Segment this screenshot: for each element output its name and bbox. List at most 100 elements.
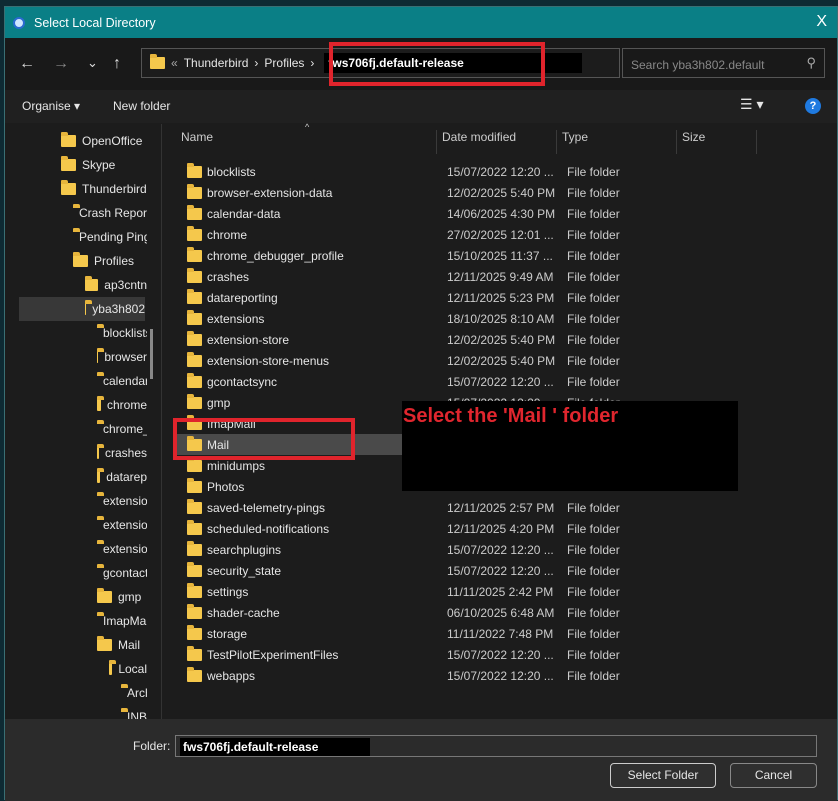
tree-item[interactable]: chrome [97,393,147,417]
tree-item-label: extensions [103,494,147,508]
file-date: 15/07/2022 12:20 ... [447,647,554,662]
recent-chevron-icon[interactable]: ⌄ [87,55,98,71]
file-type: File folder [567,290,620,305]
file-row[interactable]: storage 11/11/2022 7:48 PM File folder [177,623,657,644]
tree-item[interactable]: yba3h802 [19,297,145,321]
forward-arrow-icon[interactable]: → [53,55,69,73]
tree-item[interactable]: Profiles [73,249,147,273]
folder-icon [73,252,88,267]
cancel-button[interactable]: Cancel [730,763,817,788]
tree-item-label: Skype [82,158,116,172]
breadcrumb-thunderbird[interactable]: Thunderbird [184,56,249,70]
file-row[interactable]: webapps 15/07/2022 12:20 ... File folder [177,665,657,686]
file-date: 15/07/2022 12:20 ... [447,164,554,179]
file-name: extension-store-menus [207,353,330,368]
file-row[interactable]: security_state 15/07/2022 12:20 ... File f… [177,560,657,581]
file-type: File folder [567,248,620,263]
breadcrumb-profiles[interactable]: Profiles [264,56,304,70]
tree-item-label: chrome [106,398,147,412]
file-type: File folder [567,185,620,200]
help-icon[interactable]: ? [805,98,821,114]
file-row[interactable]: crashes 12/11/2025 9:49 AM File folder [177,266,657,287]
navigation-tree: OpenOffice Skype Thunderbird Crash Reports P… [5,124,162,719]
tree-item[interactable]: extensions [97,513,147,537]
tree-item[interactable]: Thunderbird [61,177,147,201]
file-date: 12/02/2025 5:40 PM [447,332,556,347]
overflow-breadcrumb[interactable]: « [171,56,178,70]
folder-icon [187,183,202,199]
tree-item[interactable]: chrome_ [97,417,147,441]
column-type[interactable]: Type [562,130,588,144]
file-row[interactable]: calendar-data 14/06/2025 4:30 PM File fold… [177,203,657,224]
folder-icon [85,276,99,291]
column-name[interactable]: Name [181,130,213,144]
folder-icon [187,666,202,682]
file-row[interactable]: browser-extension-data 12/02/2025 5:40 PM… [177,182,657,203]
tree-item[interactable]: OpenOffice [61,129,147,153]
tree-item[interactable]: INBOX [121,705,147,719]
file-date: 15/07/2022 12:20 ... [447,374,554,389]
column-date-modified[interactable]: Date modified [442,130,516,144]
file-row[interactable]: TestPilotExperimentFiles 15/07/2022 12:20… [177,644,657,665]
file-row[interactable]: settings 11/11/2025 2:42 PM File folder [177,581,657,602]
up-arrow-icon[interactable]: ↑ [113,55,121,73]
tree-item[interactable]: ap3cntn [85,273,147,297]
file-row[interactable]: extension-store 12/02/2025 5:40 PM File fo… [177,329,657,350]
file-row[interactable]: extensions 18/10/2025 8:10 AM File folder [177,308,657,329]
file-row[interactable]: blocklists 15/07/2022 12:20 ... File folde… [177,161,657,182]
tree-item[interactable]: datarep [97,465,147,489]
folder-input[interactable]: fws706fj.default-release [175,735,817,757]
file-row[interactable]: searchplugins 15/07/2022 12:20 ... File fo… [177,539,657,560]
file-name: Photos [207,479,245,494]
tree-scrollbar[interactable] [150,329,153,379]
tree-item[interactable]: Crash Reports [73,201,147,225]
tree-item-label: yba3h802 [92,302,145,316]
close-icon[interactable]: X [816,13,827,31]
file-name: gmp [207,395,231,410]
search-placeholder: Search yba3h802.default [631,58,765,72]
tree-item-label: Crash Reports [79,206,147,220]
new-folder-button[interactable]: New folder [113,99,170,113]
tree-item-label: OpenOffice [82,134,143,148]
file-type: File folder [567,311,620,326]
back-arrow-icon[interactable]: ← [19,55,35,73]
file-type: File folder [567,605,620,620]
column-size[interactable]: Size [682,130,705,144]
file-row[interactable]: chrome 27/02/2025 12:01 ... File folder [177,224,657,245]
organise-button[interactable]: Organise ▾ [22,99,80,113]
folder-icon [97,588,112,603]
tree-item[interactable]: Archives [121,681,147,705]
file-name: storage [207,626,248,641]
tree-item[interactable]: Mail [97,633,147,657]
file-date: 27/02/2025 12:01 ... [447,227,554,242]
select-folder-button[interactable]: Select Folder [610,763,716,788]
file-row[interactable]: chrome_debugger_profile 15/10/2025 11:37 … [177,245,657,266]
view-options-icon[interactable]: ☰ ▾ [740,96,763,113]
tree-item[interactable]: Skype [61,153,147,177]
tree-item[interactable]: extensions [97,537,147,561]
folder-icon [109,660,117,675]
file-row[interactable]: saved-telemetry-pings 12/11/2025 2:57 PM F… [177,497,657,518]
search-input[interactable]: Search yba3h802.default ⚲ [622,48,825,78]
tree-item[interactable]: crashes [97,441,147,465]
file-row[interactable]: gcontactsync 15/07/2022 12:20 ... File fol… [177,371,657,392]
file-row[interactable]: shader-cache 06/10/2025 6:48 AM File folde… [177,602,657,623]
tree-item[interactable]: browser [97,345,147,369]
tree-item-label: ImapMail [103,614,147,628]
folder-icon [187,624,202,640]
tree-item[interactable]: blocklists [97,321,147,345]
folder-icon [85,300,94,315]
file-type: File folder [567,500,620,515]
tree-item[interactable]: ImapMail [97,609,147,633]
file-name: saved-telemetry-pings [207,500,326,515]
tree-item[interactable]: Pending Pings [73,225,147,249]
tree-item[interactable]: Local [109,657,147,681]
file-row[interactable]: extension-store-menus 12/02/2025 5:40 PM F… [177,350,657,371]
tree-item[interactable]: gcontact [97,561,147,585]
file-row[interactable]: datareporting 12/11/2025 5:23 PM File fold… [177,287,657,308]
tree-item[interactable]: extensions [97,489,147,513]
tree-item[interactable]: calendar [97,369,147,393]
file-row[interactable]: scheduled-notifications 12/11/2025 4:20 P… [177,518,657,539]
folder-label: Folder: [133,739,171,753]
tree-item[interactable]: gmp [97,585,147,609]
